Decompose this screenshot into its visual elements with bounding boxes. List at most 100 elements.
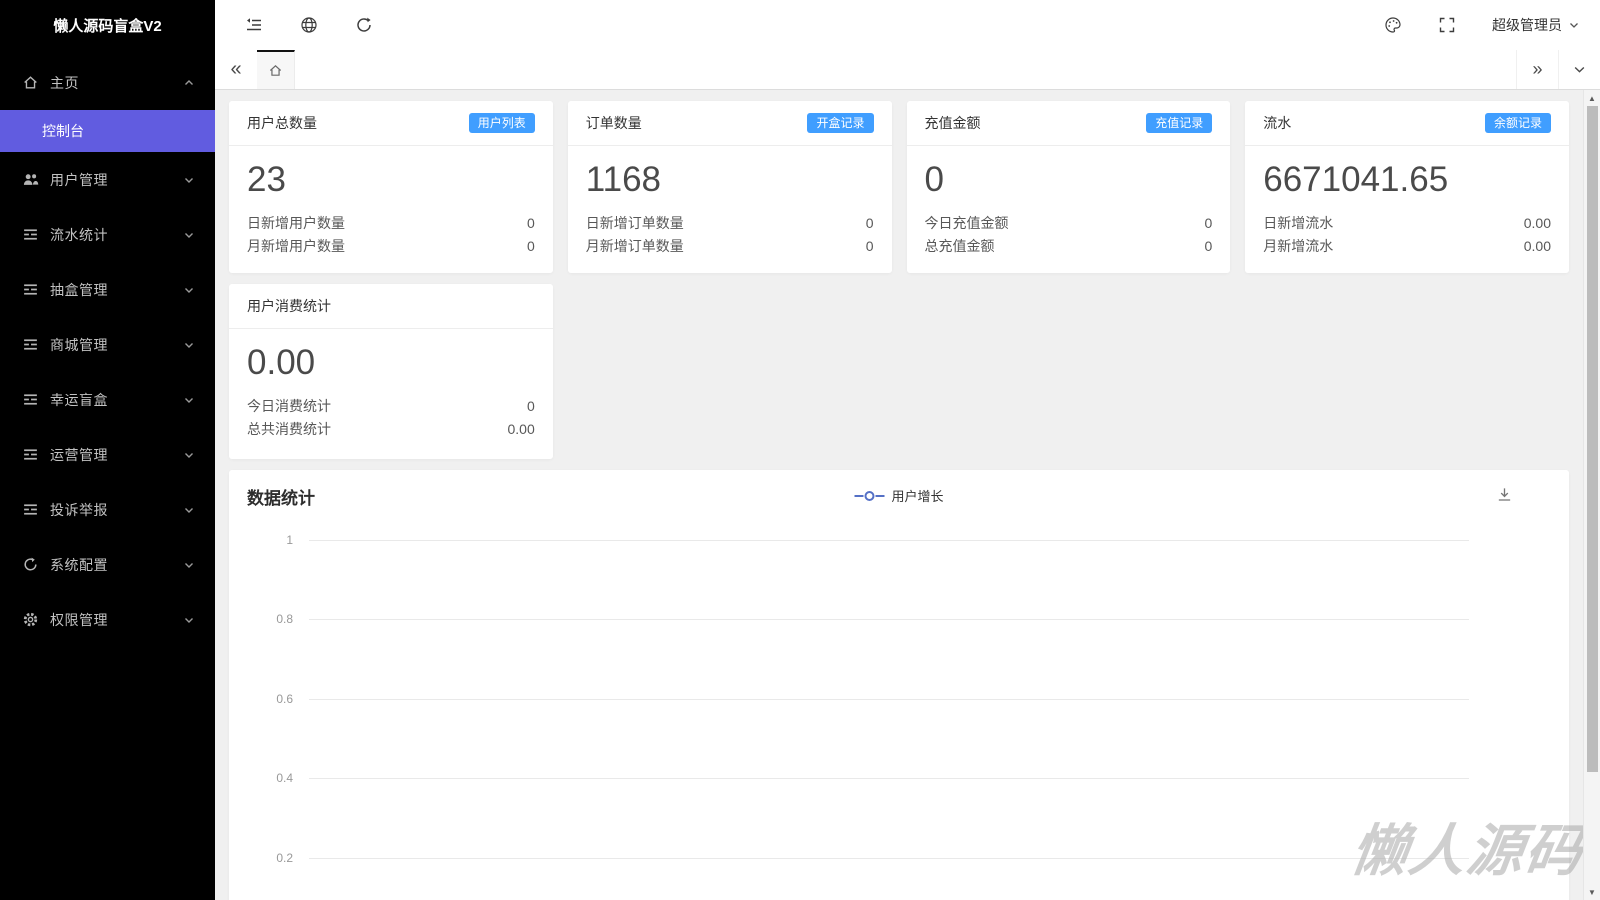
stat-card-consumption: 用户消费统计 0.00 今日消费统计 0 总共消费统计 0.00 [229,284,553,459]
chevron-down-icon [183,394,195,406]
fullscreen-icon[interactable] [1438,16,1456,34]
stat-label: 日新增订单数量 [586,212,684,235]
stat-label: 月新增用户数量 [247,235,345,258]
stat-label: 月新增流水 [1263,235,1333,258]
stat-value: 0 [527,395,535,418]
legend-label: 用户增长 [891,486,943,505]
stat-row: 日新增用户数量 0 [247,212,535,235]
stat-row: 总共消费统计 0.00 [247,418,535,441]
stat-value: 0.00 [508,418,535,441]
sidebar-item-box-management[interactable]: 抽盒管理 [0,262,215,317]
top-header: 超级管理员 [215,0,1600,50]
sidebar-item-label: 用户管理 [50,170,183,190]
card-value: 6671041.65 [1263,160,1551,200]
chevron-down-icon [183,449,195,461]
sidebar-item-label: 系统配置 [50,555,183,575]
stat-row: 今日充值金额 0 [925,212,1213,235]
stat-card-users: 用户总数量 用户列表 23 日新增用户数量 0 月新增用户数量 0 [229,101,553,273]
stat-cards-row: 用户总数量 用户列表 23 日新增用户数量 0 月新增用户数量 0 订单数量 开… [229,101,1569,273]
recharge-records-badge-button[interactable]: 充值记录 [1146,113,1212,133]
stat-label: 日新增用户数量 [247,212,345,235]
chevron-down-icon [183,614,195,626]
scrollbar-thumb[interactable] [1587,106,1598,772]
stat-value: 0.00 [1524,235,1551,258]
stat-row: 日新增流水 0.00 [1263,212,1551,235]
tabs-scroll-right-button[interactable]: » [1516,50,1558,89]
list-icon [22,226,39,243]
sidebar-item-lucky-box[interactable]: 幸运盲盒 [0,372,215,427]
chevron-down-icon [183,339,195,351]
gridline [309,540,1469,541]
sidebar-subitem-console[interactable]: 控制台 [0,110,215,152]
sidebar-item-operations[interactable]: 运营管理 [0,427,215,482]
stat-value: 0 [866,235,874,258]
stat-row: 总充值金额 0 [925,235,1213,258]
chevron-down-icon [1568,19,1580,31]
stat-row: 今日消费统计 0 [247,395,535,418]
stat-value: 0 [527,235,535,258]
stat-label: 总充值金额 [925,235,995,258]
stat-label: 今日充值金额 [925,212,1009,235]
download-chart-icon[interactable] [1496,486,1513,503]
y-axis-tick: 0.2 [229,851,293,865]
tab-home[interactable] [257,50,295,89]
header-left-tools [245,16,373,34]
sidebar-item-label: 运营管理 [50,445,183,465]
sidebar-item-home[interactable]: 主页 [0,55,215,110]
sidebar-menu: 主页 控制台 用户管理 流水统计 [0,50,215,647]
scrollbar-down-arrow[interactable]: ▼ [1584,884,1600,900]
chevron-down-icon [183,504,195,516]
chevron-down-icon [183,559,195,571]
open-box-records-badge-button[interactable]: 开盒记录 [807,113,873,133]
refresh-circle-icon [22,556,39,573]
card-title: 用户总数量 [247,113,317,133]
legend-line-marker-icon [854,491,884,501]
gridline [309,619,1469,620]
stat-label: 总共消费统计 [247,418,331,441]
sidebar-item-label: 主页 [50,73,183,93]
gear-icon [22,611,39,628]
globe-icon[interactable] [300,16,318,34]
list-icon [22,336,39,353]
y-axis-tick: 0.4 [229,771,293,785]
sidebar-item-permissions[interactable]: 权限管理 [0,592,215,647]
gridline [309,699,1469,700]
data-statistics-chart-card: 数据统计 用户增长 1 0.8 0.6 0.4 0.2 [229,470,1569,900]
gridline [309,778,1469,779]
user-list-badge-button[interactable]: 用户列表 [469,113,535,133]
tabs-spacer [295,50,1516,89]
tabs-scroll-left-button[interactable]: « [215,50,257,89]
card-title: 用户消费统计 [247,296,331,316]
sidebar-subitem-label: 控制台 [42,121,84,141]
card-value: 0.00 [247,343,535,383]
user-name: 超级管理员 [1492,15,1562,35]
stat-value: 0 [1204,212,1212,235]
stat-card-recharge: 充值金额 充值记录 0 今日充值金额 0 总充值金额 0 [907,101,1231,273]
sidebar-item-complaints[interactable]: 投诉举报 [0,482,215,537]
stat-value: 0 [1204,235,1212,258]
stat-cards-row-2: 用户消费统计 0.00 今日消费统计 0 总共消费统计 0.00 [229,284,1569,459]
y-axis-tick: 0.6 [229,692,293,706]
tabs-menu-button[interactable] [1558,50,1600,89]
page-scrollbar[interactable]: ▲ ▼ [1583,90,1600,900]
chart-legend-user-growth[interactable]: 用户增长 [854,486,943,505]
sidebar-item-label: 权限管理 [50,610,183,630]
header-right-tools: 超级管理员 [1384,15,1580,35]
sidebar-item-mall-management[interactable]: 商城管理 [0,317,215,372]
stat-value: 0 [527,212,535,235]
balance-records-badge-button[interactable]: 余额记录 [1485,113,1551,133]
sidebar: 懒人源码盲盒V2 主页 控制台 用户管理 [0,0,215,900]
sidebar-item-system-config[interactable]: 系统配置 [0,537,215,592]
tab-bar: « » [215,50,1600,90]
sidebar-item-user-management[interactable]: 用户管理 [0,152,215,207]
sidebar-item-flow-stats[interactable]: 流水统计 [0,207,215,262]
stat-card-orders: 订单数量 开盒记录 1168 日新增订单数量 0 月新增订单数量 0 [568,101,892,273]
refresh-icon[interactable] [355,16,373,34]
scrollbar-up-arrow[interactable]: ▲ [1584,90,1600,106]
palette-icon[interactable] [1384,16,1402,34]
sidebar-item-label: 流水统计 [50,225,183,245]
sidebar-item-label: 抽盒管理 [50,280,183,300]
app-logo: 懒人源码盲盒V2 [0,0,215,50]
fold-sidebar-icon[interactable] [245,16,263,34]
user-dropdown[interactable]: 超级管理员 [1492,15,1580,35]
